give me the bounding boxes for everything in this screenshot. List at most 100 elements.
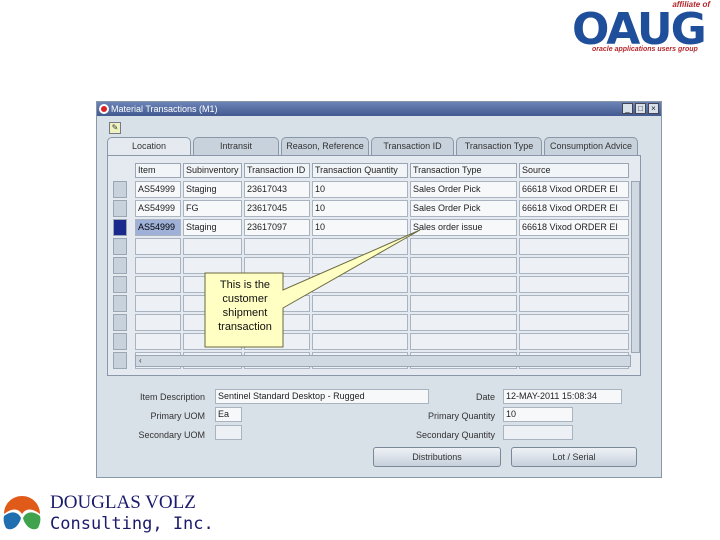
cell-empty[interactable] xyxy=(183,238,242,255)
minimize-icon[interactable]: _ xyxy=(622,103,633,114)
row-selector[interactable] xyxy=(113,200,127,217)
cell-transaction-id[interactable]: 23617045 xyxy=(244,200,310,217)
maximize-icon[interactable]: □ xyxy=(635,103,646,114)
cell-transaction-quantity[interactable]: 10 xyxy=(312,181,408,198)
column-header-source: Source xyxy=(519,163,629,178)
cell-empty[interactable] xyxy=(312,314,408,331)
row-selector[interactable] xyxy=(113,276,127,293)
item-description-field[interactable]: Sentinel Standard Desktop - Rugged xyxy=(215,389,429,404)
grid-column-headers: Item Subinventory Transaction ID Transac… xyxy=(135,163,631,178)
close-icon[interactable]: × xyxy=(648,103,659,114)
cell-empty[interactable] xyxy=(410,257,517,274)
cell-empty[interactable] xyxy=(519,333,629,350)
callout-line: customer xyxy=(222,293,268,305)
column-header-transaction-type: Transaction Type xyxy=(410,163,517,178)
cell-empty[interactable] xyxy=(410,295,517,312)
folder-tool-icon[interactable]: ✎ xyxy=(109,122,121,134)
lot-serial-button[interactable]: Lot / Serial xyxy=(511,447,637,467)
cell-empty[interactable] xyxy=(312,238,408,255)
column-header-item: Item xyxy=(135,163,181,178)
row-selector[interactable] xyxy=(113,181,127,198)
table-row-empty xyxy=(113,257,631,275)
cell-empty[interactable] xyxy=(519,314,629,331)
primary-uom-label: Primary UOM xyxy=(150,411,206,421)
cell-item[interactable]: AS54999 xyxy=(135,200,181,217)
cell-empty[interactable] xyxy=(519,257,629,274)
cell-empty[interactable] xyxy=(135,295,181,312)
row-selector[interactable] xyxy=(113,238,127,255)
callout-line: This is the xyxy=(219,279,271,291)
tab-transaction-id[interactable]: Transaction ID xyxy=(371,137,454,155)
cell-empty[interactable] xyxy=(410,333,517,350)
vertical-scrollbar[interactable] xyxy=(631,181,640,353)
date-field[interactable]: 12-MAY-2011 15:08:34 xyxy=(503,389,622,404)
cell-empty[interactable] xyxy=(410,238,517,255)
cell-empty[interactable] xyxy=(135,314,181,331)
cell-empty[interactable] xyxy=(519,295,629,312)
cell-empty[interactable] xyxy=(135,257,181,274)
cell-empty[interactable] xyxy=(312,257,408,274)
cell-transaction-type[interactable]: Sales order issue xyxy=(410,219,517,236)
cell-empty[interactable] xyxy=(519,276,629,293)
tab-location[interactable]: Location xyxy=(107,137,191,155)
cell-empty[interactable] xyxy=(135,276,181,293)
tab-reason-reference[interactable]: Reason, Reference xyxy=(281,137,369,155)
cell-subinventory[interactable]: Staging xyxy=(183,181,242,198)
distributions-button[interactable]: Distributions xyxy=(373,447,501,467)
item-description-label: Item Description xyxy=(139,392,205,402)
row-selector-current[interactable] xyxy=(113,219,127,236)
logo-line-2: Consulting, Inc. xyxy=(50,514,214,534)
callout-line: shipment xyxy=(222,307,268,319)
oracle-icon xyxy=(99,104,109,114)
cell-source[interactable]: 66618 Vixod ORDER EI xyxy=(519,219,629,236)
table-row: AS54999 FG 23617045 10 Sales Order Pick … xyxy=(113,200,631,218)
table-row-empty xyxy=(113,314,631,332)
cell-empty[interactable] xyxy=(410,314,517,331)
callout-text: This is the customer shipment transactio… xyxy=(208,278,282,334)
secondary-quantity-field[interactable] xyxy=(503,425,573,440)
cell-subinventory[interactable]: FG xyxy=(183,200,242,217)
secondary-uom-field[interactable] xyxy=(215,425,242,440)
cell-empty[interactable] xyxy=(312,276,408,293)
cell-empty[interactable] xyxy=(183,333,242,350)
horizontal-scrollbar[interactable]: ‹ xyxy=(135,355,631,367)
table-row: AS54999 Staging 23617097 10 Sales order … xyxy=(113,219,631,237)
row-selector[interactable] xyxy=(113,333,127,350)
cell-empty[interactable] xyxy=(183,257,242,274)
oaug-tagline: oracle applications users group xyxy=(592,46,698,53)
row-selector[interactable] xyxy=(113,314,127,331)
cell-item[interactable]: AS54999 xyxy=(135,181,181,198)
cell-transaction-id[interactable]: 23617097 xyxy=(244,219,310,236)
cell-empty[interactable] xyxy=(244,257,310,274)
tab-consumption-advice[interactable]: Consumption Advice xyxy=(544,137,638,155)
cell-item[interactable]: AS54999 xyxy=(135,219,181,236)
cell-empty[interactable] xyxy=(135,333,181,350)
cell-transaction-id[interactable]: 23617043 xyxy=(244,181,310,198)
douglas-volz-mark-icon xyxy=(3,496,41,530)
cell-transaction-type[interactable]: Sales Order Pick xyxy=(410,181,517,198)
cell-empty[interactable] xyxy=(244,333,310,350)
row-selector[interactable] xyxy=(113,352,127,369)
secondary-quantity-label: Secondary Quantity xyxy=(415,430,495,440)
table-row: AS54999 Staging 23617043 10 Sales Order … xyxy=(113,181,631,199)
cell-source[interactable]: 66618 Vixod ORDER EI xyxy=(519,200,629,217)
cell-source[interactable]: 66618 Vixod ORDER EI xyxy=(519,181,629,198)
tab-transaction-type[interactable]: Transaction Type xyxy=(456,137,542,155)
table-row-empty xyxy=(113,295,631,313)
cell-transaction-type[interactable]: Sales Order Pick xyxy=(410,200,517,217)
primary-quantity-field[interactable]: 10 xyxy=(503,407,573,422)
cell-empty[interactable] xyxy=(244,238,310,255)
cell-transaction-quantity[interactable]: 10 xyxy=(312,200,408,217)
cell-transaction-quantity[interactable]: 10 xyxy=(312,219,408,236)
row-selector[interactable] xyxy=(113,295,127,312)
primary-uom-field[interactable]: Ea xyxy=(215,407,242,422)
cell-subinventory[interactable]: Staging xyxy=(183,219,242,236)
cell-empty[interactable] xyxy=(410,276,517,293)
row-selector[interactable] xyxy=(113,257,127,274)
cell-empty[interactable] xyxy=(312,295,408,312)
tab-intransit[interactable]: Intransit xyxy=(193,137,279,155)
cell-empty[interactable] xyxy=(312,333,408,350)
cell-empty[interactable] xyxy=(519,238,629,255)
window-titlebar[interactable]: Material Transactions (M1) _ □ × xyxy=(97,102,661,116)
cell-empty[interactable] xyxy=(135,238,181,255)
